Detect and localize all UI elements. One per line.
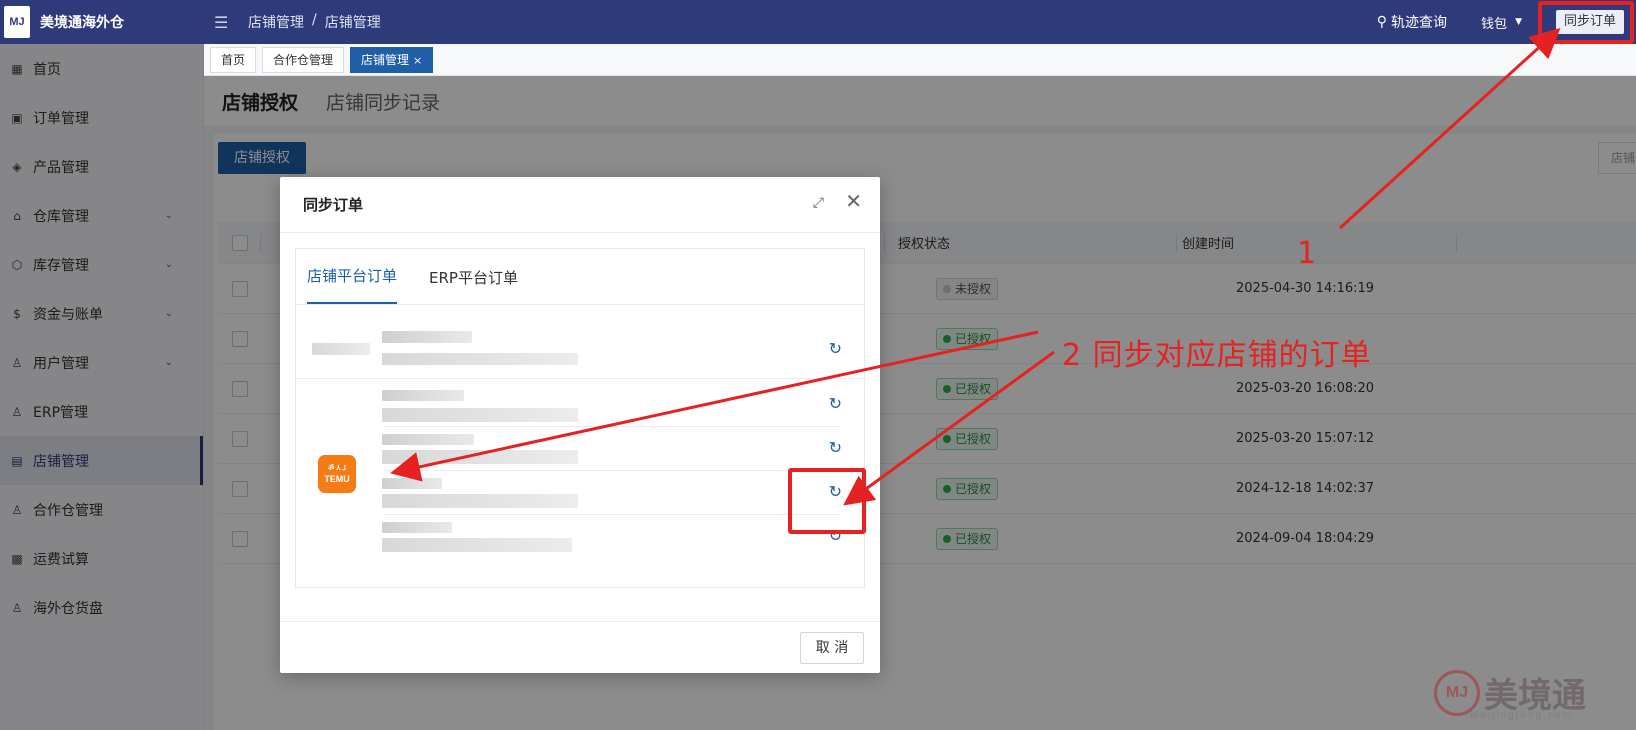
watermark-logo-icon: MJ [1434, 669, 1480, 716]
annotation-step-1: 1 [1297, 236, 1317, 271]
watermark-subtext: Meijingtong.com [1470, 710, 1573, 721]
annotation-arrows [390, 27, 1561, 506]
arrow-to-sync-button [1338, 27, 1561, 230]
arrow-to-refresh [843, 350, 1055, 506]
annotation-step-2: 2 同步对应店铺的订单 [1062, 338, 1372, 373]
arrow-to-store [390, 330, 1039, 482]
